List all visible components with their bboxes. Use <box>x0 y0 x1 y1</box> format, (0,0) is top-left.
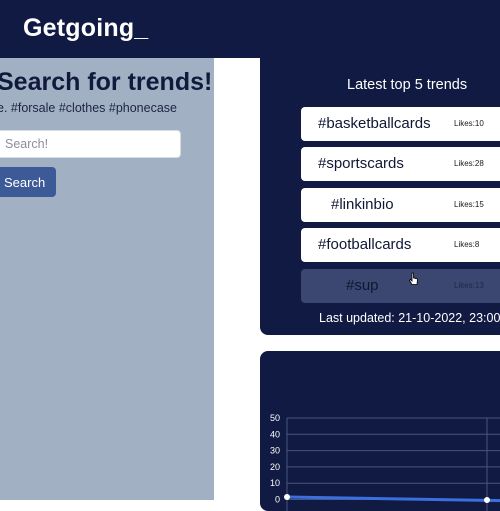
trend-item-sportscards[interactable]: #sportscards Likes:28 <box>301 147 500 181</box>
search-input[interactable] <box>0 130 181 158</box>
trend-item-basketballcards[interactable]: #basketballcards Likes:10 <box>301 107 500 141</box>
trend-tag: #basketballcards <box>318 115 431 132</box>
trend-tag: #sportscards <box>318 155 404 172</box>
search-panel: Search for trends! e. #forsale #clothes … <box>0 58 214 500</box>
trend-item-linkinbio[interactable]: #linkinbio Likes:15 <box>301 188 500 222</box>
search-title: Search for trends! <box>0 68 213 96</box>
trend-likes: Likes:8 <box>454 240 480 249</box>
trend-likes: Likes:28 <box>454 159 484 168</box>
trend-likes: Likes:13 <box>454 281 484 290</box>
trend-tag: #sup <box>346 277 379 294</box>
y-tick-label: 20 <box>270 462 280 472</box>
y-tick-label: 30 <box>270 446 280 456</box>
y-tick-label: 40 <box>270 429 280 439</box>
trends-card: Latest top 5 trends #basketballcards Lik… <box>260 58 500 335</box>
top-navbar: Getgoing_ <box>0 0 500 58</box>
search-button[interactable]: Search <box>0 167 56 197</box>
trend-item-sup[interactable]: #sup Likes:13 <box>301 269 500 303</box>
trend-item-footballcards[interactable]: #footballcards Likes:8 <box>301 228 500 262</box>
series-point[interactable] <box>284 494 290 500</box>
last-updated: Last updated: 21-10-2022, 23:00 <box>319 311 500 325</box>
y-tick-label: 50 <box>270 413 280 423</box>
mouse-cursor-icon <box>408 272 418 285</box>
brand-logo[interactable]: Getgoing_ <box>23 14 148 43</box>
trend-likes: Likes:15 <box>454 200 484 209</box>
y-tick-label: 10 <box>270 478 280 488</box>
series-line <box>286 495 500 503</box>
likes-line-chart: 50403020100 <box>270 413 500 511</box>
trend-tag: #footballcards <box>318 236 412 253</box>
search-hint: e. #forsale #clothes #phonecase <box>0 101 177 115</box>
trends-title: Latest top 5 trends <box>347 77 468 93</box>
trend-tag: #linkinbio <box>331 196 394 213</box>
series-point[interactable] <box>484 497 490 503</box>
trend-likes: Likes:10 <box>454 119 484 128</box>
likes-chart-card: 50 40 30 20 10 0 <box>260 351 500 511</box>
